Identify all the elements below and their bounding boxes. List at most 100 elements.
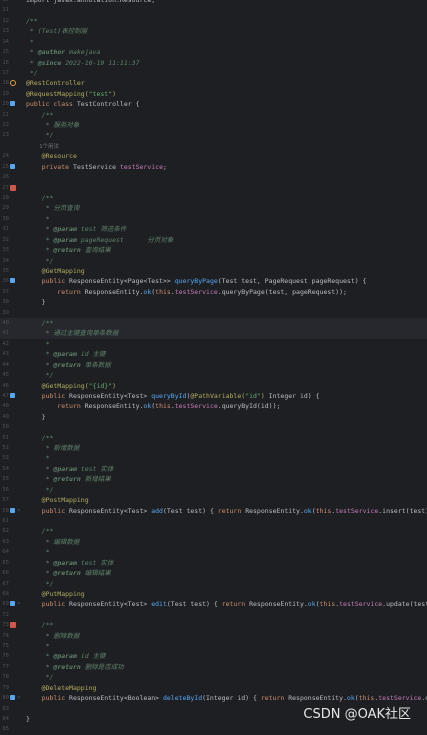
code-line[interactable]: 26 [0,172,427,182]
endpoint-icon[interactable] [10,392,15,398]
line-number: 23 [2,132,9,139]
code-line[interactable]: 15 * @author makejava [0,47,427,57]
code-line[interactable]: 41 * 通过主键查询单条数据 [0,328,427,339]
code-line[interactable]: 55 * @return 新增结果 [0,474,427,484]
code-line[interactable]: 40 /** [0,318,427,329]
code-line[interactable]: 34 */ [0,256,427,266]
code-line[interactable]: 28 /** [0,193,427,203]
code-line[interactable]: 29 * 分页查询 [0,203,427,213]
bookmark-icon[interactable] [10,184,16,191]
line-code: public class TestController { [26,99,140,109]
code-line[interactable]: 49 } [0,412,427,422]
code-line[interactable]: 38 } [0,297,427,307]
code-line[interactable]: 75 * [0,641,427,651]
code-line[interactable]: 32 * @param pageRequest 分页对象 [0,235,427,245]
fold-chevron-icon[interactable]: › [17,599,21,609]
code-line[interactable]: 43 * @param id 主键 [0,349,427,359]
code-token: * [26,662,54,671]
code-line[interactable]: 79 @DeleteMapping [0,683,427,693]
code-line[interactable]: 19 @RequestMapping("test") [0,89,427,99]
code-line[interactable]: 48 return ResponseEntity.ok(this.testSer… [0,401,427,411]
code-line[interactable]: 73 /** [0,620,427,630]
code-line[interactable]: 58 › public ResponseEntity<Test> add(Test… [0,506,427,516]
code-line[interactable]: 24 @Resource [0,151,427,161]
code-token: .dele [421,694,427,703]
code-token: 2022-10-19 11:11:37 [61,58,140,67]
code-line[interactable]: 80 › public ResponseEntity<Boolean> delet… [0,693,427,703]
line-number: 40 [2,320,9,327]
code-line[interactable]: 27 [0,183,427,193]
code-line[interactable]: 72 [0,610,427,620]
inject-icon[interactable] [10,163,15,169]
code-line[interactable]: 53 * [0,453,427,463]
code-line[interactable]: 21 /** [0,110,427,120]
code-token: testService [119,162,163,171]
code-token: 单条数据 [80,360,111,369]
code-line[interactable]: 47 public ResponseEntity<Test> queryById… [0,391,427,401]
code-line[interactable]: 18 @RestController [0,78,427,88]
code-line[interactable]: 46 @GetMapping("{id}") [0,381,427,391]
code-line[interactable]: 30 * [0,214,427,224]
fold-chevron-icon[interactable]: › [17,506,21,516]
code-line[interactable]: 23 */ [0,130,427,140]
code-line[interactable]: 61 [0,516,427,526]
code-line[interactable]: 13 * (Test)表控制层 [0,26,427,36]
code-line[interactable]: 39 [0,308,427,318]
code-line[interactable]: 66 * @return 编辑结果 [0,568,427,578]
code-line[interactable]: 64 * [0,547,427,557]
line-number: 36 [2,278,9,285]
code-line[interactable]: 1个用法 [0,141,427,151]
code-line[interactable]: 56 */ [0,485,427,495]
code-line[interactable]: 44 * @return 单条数据 [0,360,427,370]
line-code: /** [26,110,54,120]
endpoint-icon[interactable] [10,601,15,607]
endpoint-icon[interactable] [10,278,15,284]
code-line[interactable]: 31 * @param test 筛选条件 [0,224,427,234]
code-line[interactable]: 65 * @param test 实体 [0,558,427,568]
code-line[interactable]: 20 public class TestController { [0,99,427,109]
code-line[interactable]: 22 * 服务对象 [0,120,427,130]
code-line[interactable]: 11 [0,5,427,15]
code-line[interactable]: 36 public ResponseEntity<Page<Test>> que… [0,276,427,286]
endpoint-icon[interactable] [10,507,15,513]
code-line[interactable]: 14 * [0,37,427,47]
code-line[interactable]: 67 */ [0,579,427,589]
code-line[interactable]: 74 * 删除数据 [0,631,427,641]
code-line[interactable]: 54 * @param test 实体 [0,464,427,474]
code-line[interactable]: 25 private TestService testService; [0,162,427,172]
mapping-icon[interactable] [10,101,15,107]
line-code: * @param test 实体 [26,558,114,568]
code-line[interactable]: 68 @PutMapping [0,589,427,599]
endpoint-icon[interactable] [10,695,15,701]
line-number: 50 [2,424,9,431]
line-number: 65 [2,559,9,566]
line-number: 45 [2,372,9,379]
code-line[interactable]: 78 */ [0,672,427,682]
bookmark-icon[interactable] [10,622,16,629]
line-number: 43 [2,351,9,358]
code-line[interactable]: 42 * [0,339,427,349]
code-line[interactable]: 35 @GetMapping [0,266,427,276]
code-line[interactable]: 33 * @return 查询结果 [0,245,427,255]
code-line[interactable]: 85 [0,724,427,734]
code-line[interactable]: 57 @PostMapping [0,495,427,505]
bean-icon[interactable] [10,80,16,87]
code-token: /** [26,433,54,442]
code-line[interactable]: 17 */ [0,68,427,78]
code-line[interactable]: 76 * @param id 主键 [0,651,427,661]
code-line[interactable]: 16 * @since 2022-10-19 11:11:37 [0,58,427,68]
code-line[interactable]: 12 /** [0,16,427,26]
line-code: @DeleteMapping [26,683,97,693]
code-line[interactable]: 52 * 新增数据 [0,443,427,453]
code-line[interactable]: 51 /** [0,433,427,443]
code-line[interactable]: 62 /** [0,526,427,536]
code-line[interactable]: 69 › public ResponseEntity<Test> edit(Tes… [0,599,427,609]
watermark: CSDN @OAK社区 [303,707,411,722]
fold-chevron-icon[interactable]: › [17,693,21,703]
code-line[interactable]: 77 * @return 删除是否成功 [0,662,427,672]
code-line[interactable]: 37 return ResponseEntity.ok(this.testSer… [0,287,427,297]
code-line[interactable]: 63 * 编辑数据 [0,537,427,547]
code-line[interactable]: 50 [0,422,427,432]
code-line[interactable]: 45 */ [0,370,427,380]
code-editor[interactable]: 10 import javax.annotation.Resource; 11 12/… [0,0,427,732]
